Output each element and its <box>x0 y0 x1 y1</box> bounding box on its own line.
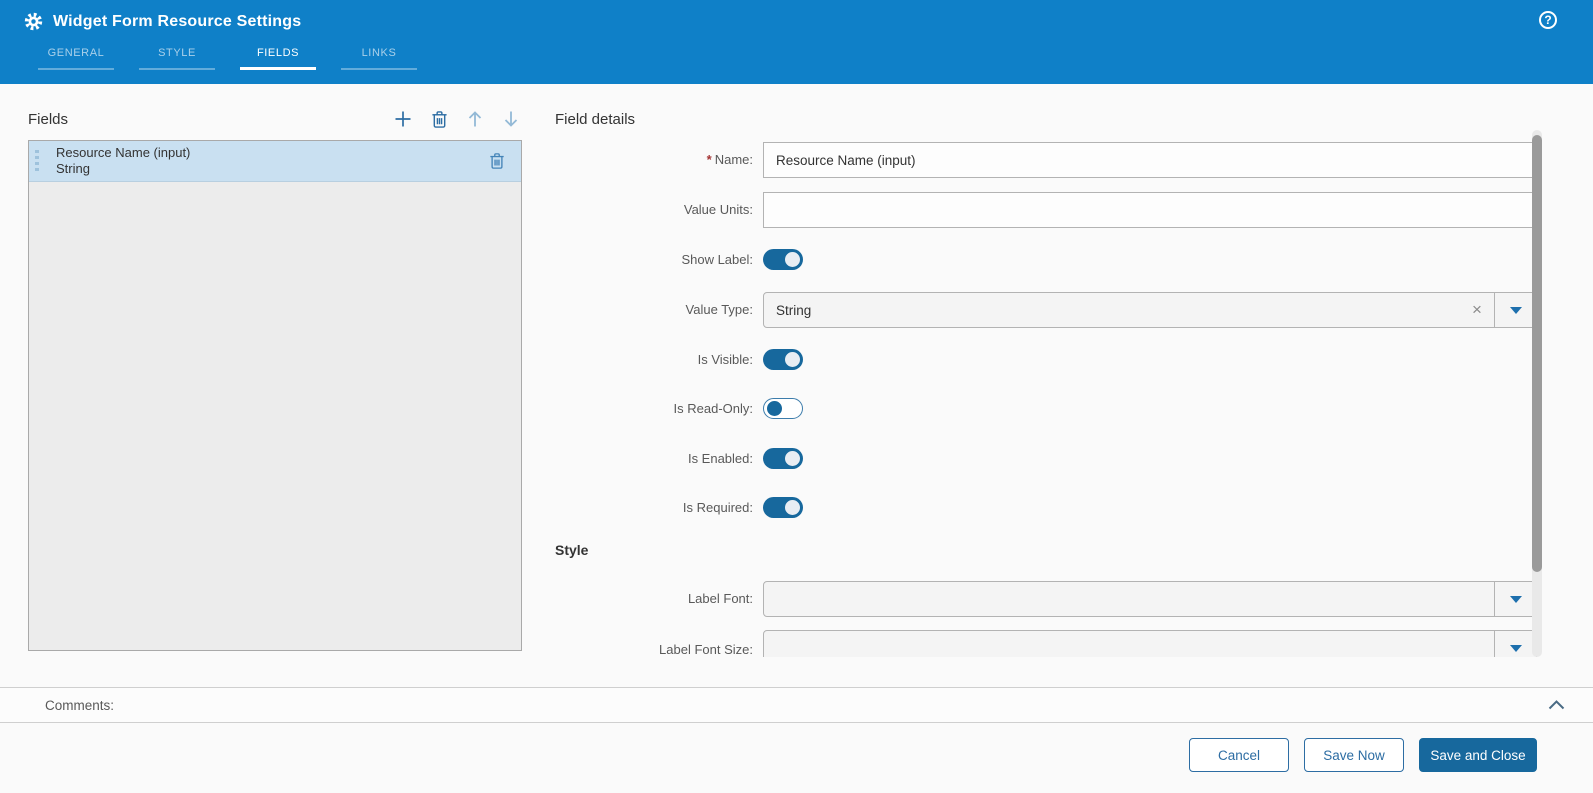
is-required-toggle[interactable] <box>763 497 803 518</box>
comments-bar: Comments: <box>0 687 1593 723</box>
chevron-up-icon <box>1548 700 1565 710</box>
field-item-name: Resource Name (input) <box>56 145 190 161</box>
comments-label: Comments: <box>45 698 114 713</box>
fields-panel-header: Fields <box>28 104 522 134</box>
value-type-dropdown[interactable]: String × <box>763 292 1537 328</box>
is-enabled-toggle[interactable] <box>763 448 803 469</box>
tab-fields[interactable]: FIELDS <box>240 47 316 70</box>
move-field-down-button[interactable] <box>500 108 522 130</box>
dropdown-arrow-button[interactable] <box>1494 582 1536 616</box>
drag-handle-icon[interactable] <box>35 150 39 172</box>
scrollbar-thumb[interactable] <box>1532 135 1542 572</box>
tab-style[interactable]: STYLE <box>139 47 215 70</box>
is-read-only-label: Is Read-Only: <box>555 401 753 416</box>
label-font-dropdown[interactable] <box>763 581 1537 617</box>
is-enabled-label: Is Enabled: <box>555 451 753 466</box>
show-label-label: Show Label: <box>555 252 753 267</box>
footer-buttons: Cancel Save Now Save and Close <box>1189 738 1537 772</box>
delete-item-button[interactable] <box>489 152 505 170</box>
tab-bar: GENERAL STYLE FIELDS LINKS <box>38 47 417 70</box>
save-and-close-button[interactable]: Save and Close <box>1419 738 1537 772</box>
plus-icon <box>393 109 413 129</box>
is-visible-toggle[interactable] <box>763 349 803 370</box>
scrollbar-track[interactable] <box>1532 130 1542 657</box>
tab-links[interactable]: LINKS <box>341 47 417 70</box>
field-item-type: String <box>56 161 190 177</box>
chevron-down-icon <box>1510 645 1522 652</box>
trash-icon <box>431 110 448 129</box>
chevron-down-icon <box>1510 307 1522 314</box>
value-type-value: String <box>764 293 1460 327</box>
dialog-header: Widget Form Resource Settings ? GENERAL … <box>0 0 1593 84</box>
label-font-size-label: Label Font Size: <box>555 642 753 657</box>
gear-icon <box>24 12 43 31</box>
widget-settings-dialog: Widget Form Resource Settings ? GENERAL … <box>0 0 1593 793</box>
name-label: *Name: <box>555 152 753 167</box>
value-units-input[interactable] <box>763 192 1537 228</box>
help-icon[interactable]: ? <box>1539 11 1557 29</box>
trash-icon <box>489 152 505 170</box>
arrow-up-icon <box>466 109 484 129</box>
value-units-label: Value Units: <box>555 202 753 217</box>
required-marker: * <box>707 152 712 167</box>
arrow-down-icon <box>502 109 520 129</box>
label-font-size-value <box>764 631 1494 657</box>
fields-panel-title: Fields <box>28 111 68 128</box>
show-label-toggle[interactable] <box>763 249 803 270</box>
field-list-item[interactable]: Resource Name (input) String <box>29 141 521 182</box>
add-field-button[interactable] <box>392 108 414 130</box>
chevron-down-icon <box>1510 596 1522 603</box>
style-section-title: Style <box>555 542 588 558</box>
field-item-text: Resource Name (input) String <box>56 145 190 177</box>
is-visible-label: Is Visible: <box>555 352 753 367</box>
dialog-footer: Cancel Save Now Save and Close <box>0 723 1593 793</box>
dropdown-arrow-button[interactable] <box>1494 631 1536 657</box>
clear-icon[interactable]: × <box>1460 293 1494 327</box>
tab-general[interactable]: GENERAL <box>38 47 114 70</box>
value-type-label: Value Type: <box>555 302 753 317</box>
save-now-button[interactable]: Save Now <box>1304 738 1404 772</box>
field-details-form: *Name: Value Units: Show Label: Value Ty… <box>555 130 1537 657</box>
title-row: Widget Form Resource Settings <box>24 12 301 31</box>
name-input[interactable] <box>763 142 1537 178</box>
dialog-title: Widget Form Resource Settings <box>53 13 301 31</box>
is-read-only-toggle[interactable] <box>763 398 803 419</box>
is-required-label: Is Required: <box>555 500 753 515</box>
collapse-comments-button[interactable] <box>1548 700 1565 710</box>
cancel-button[interactable]: Cancel <box>1189 738 1289 772</box>
dropdown-arrow-button[interactable] <box>1494 293 1536 327</box>
label-font-value <box>764 582 1494 616</box>
fields-toolbar <box>392 108 522 130</box>
label-font-size-dropdown[interactable] <box>763 630 1537 657</box>
move-field-up-button[interactable] <box>464 108 486 130</box>
label-font-label: Label Font: <box>555 591 753 606</box>
delete-field-button[interactable] <box>428 108 450 130</box>
fields-list: Resource Name (input) String <box>28 140 522 651</box>
